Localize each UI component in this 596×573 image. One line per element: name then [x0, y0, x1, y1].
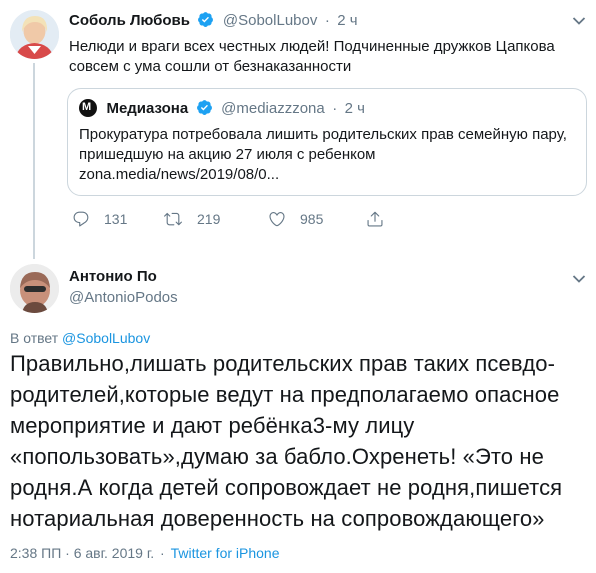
quoted-tweet[interactable]: Медиазона @mediazzzona · 2 ч Прокуратура…	[67, 88, 587, 196]
like-icon	[269, 212, 285, 227]
quote-author-handle: @mediazzzona	[221, 100, 325, 117]
verified-icon	[197, 11, 214, 33]
tweet-text-line: Правильно,лишать родительских прав таких…	[10, 351, 556, 376]
reply-icon	[73, 211, 89, 227]
retweet-count: 219	[197, 211, 221, 227]
retweet-icon	[164, 212, 182, 226]
verified-icon	[196, 99, 213, 121]
tweet-time[interactable]: 2 ч	[337, 12, 357, 29]
share-icon	[367, 211, 383, 227]
retweet-action[interactable]: 219	[163, 210, 220, 228]
separator-dot: ·	[160, 545, 165, 561]
avatar-portrait	[10, 10, 59, 59]
quote-text-line: пришедшую на акцию 27 июля с ребенком	[79, 146, 376, 163]
tweet-text-line: мероприятие и дают ребёнка3-му лицу	[10, 413, 415, 438]
tweet-text-line: Нелюди и враги всех честных людей! Подчи…	[69, 38, 555, 55]
quote-time: 2 ч	[344, 100, 365, 117]
reply-action[interactable]: 131	[72, 210, 127, 228]
avatar-antonio[interactable]	[10, 264, 59, 313]
author-handle[interactable]: @SobolLubov	[223, 12, 317, 29]
tweet-body: Правильно,лишать родительских прав таких…	[10, 348, 595, 534]
author-handle[interactable]: @AntonioPodos	[69, 289, 178, 306]
tweet-text-line: родителей,которые ведут на предполагаемо…	[10, 382, 560, 407]
chevron-down-icon[interactable]	[572, 13, 586, 31]
tweet-text-line: «попользовать»,думаю за бабло.Охренеть! …	[10, 444, 544, 469]
mediazona-logo	[79, 99, 97, 117]
share-action[interactable]	[366, 210, 384, 228]
reply-prefix: В ответ	[10, 330, 59, 346]
author-name[interactable]: Соболь Любовь	[69, 12, 190, 29]
quote-text-line: Прокуратура потребовала лишить родительс…	[79, 126, 567, 143]
quote-link: zona.media/news/2019/08/0...	[79, 166, 280, 183]
reply-count: 131	[104, 211, 128, 227]
author-name[interactable]: Антонио По	[69, 268, 178, 285]
like-action[interactable]: 985	[268, 210, 323, 228]
separator-dot: ·	[332, 100, 338, 117]
reply-to-link[interactable]: @SobolLubov	[62, 330, 150, 346]
thread-line	[33, 63, 35, 259]
chevron-down-icon[interactable]	[572, 271, 586, 289]
avatar-portrait	[10, 264, 59, 313]
tweet-text-line: совсем с ума сошли от безнаказанности	[69, 58, 352, 75]
tweet-timestamp[interactable]: 2:38 ПП · 6 авг. 2019 г.	[10, 545, 154, 561]
tweet-text-line: родня.А когда детей сопровождает не родн…	[10, 475, 563, 500]
tweet-text-line: нотариальная доверенность на сопровождаю…	[10, 506, 545, 531]
avatar-sobol[interactable]	[10, 10, 59, 59]
quote-author-name: Медиазона	[106, 100, 189, 117]
like-count: 985	[300, 211, 324, 227]
tweet-source-link[interactable]: Twitter for iPhone	[171, 545, 280, 561]
separator-dot: ·	[324, 12, 330, 29]
